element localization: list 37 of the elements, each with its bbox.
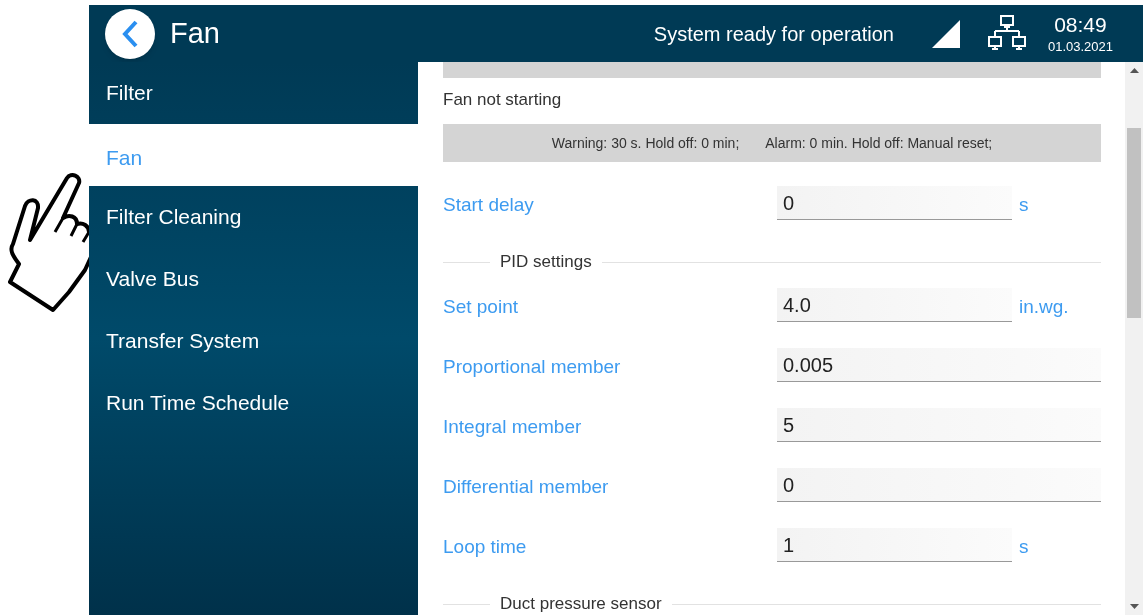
scroll-up-icon[interactable] bbox=[1129, 68, 1139, 73]
field-label: Proportional member bbox=[443, 354, 622, 379]
alarm-info-text: Warning: 30 s. Hold off: 0 min; bbox=[551, 133, 740, 153]
input-field[interactable]: 0.005 bbox=[777, 348, 1101, 382]
input-field[interactable]: 1 bbox=[777, 528, 1012, 562]
input-field[interactable]: 0 bbox=[777, 468, 1101, 502]
field-label: Loop time bbox=[443, 534, 528, 559]
unit-label: in.wg. bbox=[1019, 294, 1069, 319]
scrollbar-thumb[interactable] bbox=[1127, 128, 1141, 318]
unit-label: s bbox=[1019, 534, 1029, 559]
sidebar-item[interactable]: Valve Bus bbox=[89, 248, 418, 310]
sidebar-item[interactable]: Transfer System bbox=[89, 310, 418, 372]
back-button[interactable] bbox=[105, 8, 155, 59]
page-title: Fan bbox=[170, 15, 220, 51]
input-field[interactable]: 0 bbox=[777, 186, 1012, 220]
status-message: System ready for operation bbox=[653, 21, 894, 47]
scroll-down-icon[interactable] bbox=[1129, 604, 1139, 609]
field-label: Set point bbox=[443, 294, 519, 319]
sidebar-item[interactable]: Filter Cleaning bbox=[89, 186, 418, 248]
field-label: Differential member bbox=[443, 474, 610, 499]
input-field[interactable]: 5 bbox=[777, 408, 1101, 442]
field-label: Start delay bbox=[443, 192, 535, 217]
chevron-left-icon bbox=[120, 18, 140, 49]
section-heading: PID settings bbox=[499, 251, 593, 274]
sidebar-item[interactable]: Filter bbox=[89, 62, 418, 124]
alarm-caption: Fan not starting bbox=[443, 89, 563, 112]
clock-date: 01.03.2021 bbox=[1047, 37, 1113, 56]
unit-label: s bbox=[1019, 192, 1029, 217]
alarm-info-text: Alarm: 0 min. Hold off: Manual reset; bbox=[765, 133, 993, 153]
input-field[interactable]: 4.0 bbox=[777, 288, 1012, 322]
scrollbar[interactable] bbox=[1125, 62, 1143, 615]
field-label: Integral member bbox=[443, 414, 583, 439]
sidebar-item[interactable]: Run Time Schedule bbox=[89, 372, 418, 434]
signal-icon bbox=[931, 19, 960, 48]
network-icon bbox=[987, 14, 1026, 53]
clock-time: 08:49 bbox=[1054, 11, 1107, 38]
section-heading: Duct pressure sensor bbox=[499, 593, 663, 615]
